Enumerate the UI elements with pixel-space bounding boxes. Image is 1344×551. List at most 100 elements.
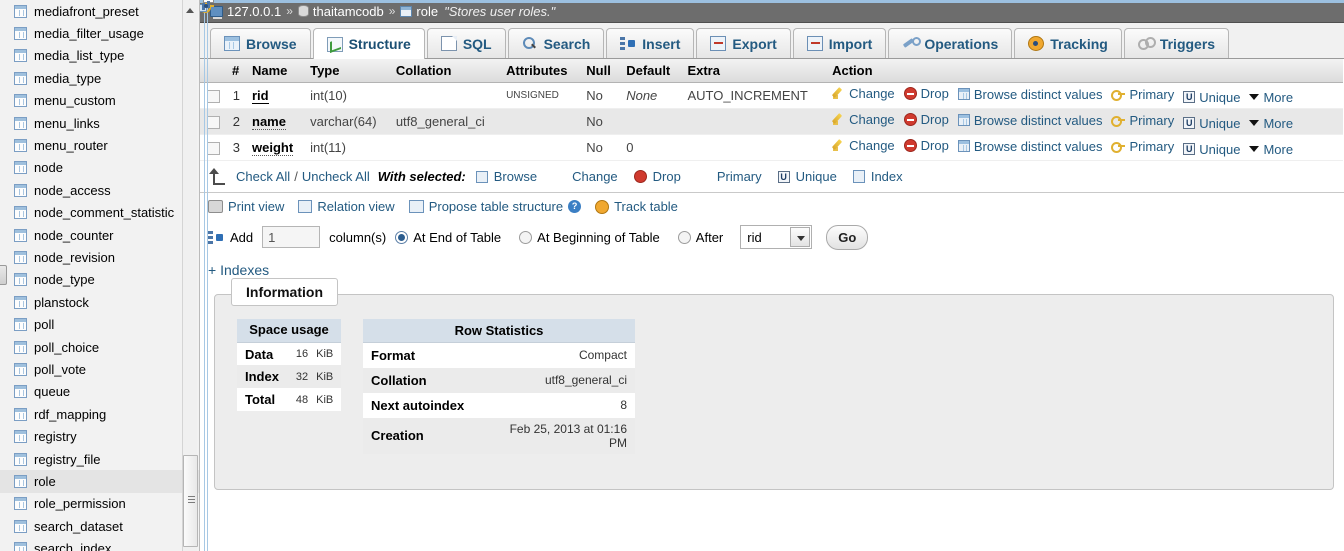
view-link-print-view[interactable]: Print view bbox=[208, 199, 284, 214]
sidebar-item-search_dataset[interactable]: search_dataset bbox=[0, 515, 199, 537]
sidebar-item-queue[interactable]: queue bbox=[0, 381, 199, 403]
row-action-browse-distinct-values[interactable]: Browse distinct values bbox=[957, 113, 1102, 128]
row-action-browse-distinct-values[interactable]: Browse distinct values bbox=[957, 139, 1102, 154]
table-row[interactable]: 1 rid int(10) UNSIGNED No None AUTO_INCREMENT C… bbox=[200, 82, 1343, 109]
row-action-drop[interactable]: Drop bbox=[903, 138, 949, 153]
check-all-link[interactable]: Check All bbox=[236, 169, 290, 184]
row-action-unique[interactable]: U Unique bbox=[1183, 90, 1240, 105]
add-position-radio[interactable] bbox=[677, 230, 691, 244]
row-action-more[interactable]: More bbox=[1249, 90, 1293, 105]
column-attributes bbox=[500, 134, 581, 161]
row-action-change[interactable]: Change bbox=[832, 86, 895, 101]
view-link-relation-view[interactable]: Relation view bbox=[298, 199, 395, 214]
column-name[interactable]: rid bbox=[252, 88, 269, 104]
sidebar-item-media_list_type[interactable]: media_list_type bbox=[0, 45, 199, 67]
with-selected-change[interactable]: Change bbox=[553, 169, 618, 184]
go-button[interactable]: Go bbox=[826, 224, 869, 250]
row-checkbox[interactable] bbox=[206, 142, 220, 156]
sidebar-item-media_filter_usage[interactable]: media_filter_usage bbox=[0, 22, 199, 44]
row-action-change[interactable]: Change bbox=[832, 112, 895, 127]
view-link-propose-table-structure[interactable]: Propose table structure bbox=[408, 199, 563, 214]
space-usage-table: Space usage Data 16 KiB Index 32 KiB Total 48 Ki… bbox=[237, 319, 341, 412]
add-position-radio[interactable] bbox=[519, 230, 533, 244]
view-link-track-table[interactable]: Track table bbox=[595, 199, 678, 214]
sidebar-item-node_type[interactable]: node_type bbox=[0, 269, 199, 291]
tab-import[interactable]: Import bbox=[792, 28, 887, 58]
add-position-radio[interactable] bbox=[395, 230, 409, 244]
sidebar-item-search_index[interactable]: search_index bbox=[0, 537, 199, 551]
scrollbar-up-arrow-icon[interactable] bbox=[183, 2, 198, 18]
tab-browse[interactable]: Browse bbox=[210, 28, 311, 58]
sidebar-item-rdf_mapping[interactable]: rdf_mapping bbox=[0, 403, 199, 425]
sidebar-item-role_permission[interactable]: role_permission bbox=[0, 493, 199, 515]
breadcrumb-database[interactable]: thaitamcodb bbox=[313, 4, 384, 19]
with-selected-index[interactable]: Index bbox=[852, 169, 903, 184]
space-usage-row: Data 16 KiB bbox=[237, 342, 341, 365]
column-count-input[interactable] bbox=[262, 226, 321, 248]
sidebar-item-planstock[interactable]: planstock bbox=[0, 291, 199, 313]
row-action-more[interactable]: More bbox=[1249, 142, 1293, 157]
row-checkbox[interactable] bbox=[206, 116, 220, 130]
sidebar-item-media_type[interactable]: media_type bbox=[0, 67, 199, 89]
with-selected-drop[interactable]: Drop bbox=[633, 169, 681, 184]
sidebar-item-mediafront_preset[interactable]: mediafront_preset bbox=[0, 0, 199, 22]
tab-tracking[interactable]: Tracking bbox=[1014, 28, 1122, 58]
row-checkbox[interactable] bbox=[206, 90, 220, 104]
sidebar-item-menu_links[interactable]: menu_links bbox=[0, 112, 199, 134]
sidebar-item-poll[interactable]: poll bbox=[0, 313, 199, 335]
indexes-toggle-link[interactable]: + Indexes bbox=[208, 262, 269, 278]
sidebar-resize-handle[interactable] bbox=[0, 265, 7, 285]
row-action-browse-distinct-values[interactable]: Browse distinct values bbox=[957, 87, 1102, 102]
with-selected-unique[interactable]: U Unique bbox=[777, 169, 837, 184]
breadcrumb-server[interactable]: 127.0.0.1 bbox=[227, 4, 281, 19]
help-icon[interactable]: ? bbox=[568, 200, 582, 213]
add-position-option-0[interactable]: At End of Table bbox=[395, 230, 510, 245]
row-action-more[interactable]: More bbox=[1249, 116, 1293, 131]
row-action-primary[interactable]: Primary bbox=[1111, 113, 1174, 128]
column-name[interactable]: weight bbox=[252, 140, 294, 156]
scrollbar-thumb[interactable] bbox=[183, 455, 198, 547]
table-row[interactable]: 2 name varchar(64) utf8_general_ci No Change D… bbox=[200, 108, 1343, 135]
row-action-change[interactable]: Change bbox=[832, 138, 895, 153]
sidebar-item-menu_custom[interactable]: menu_custom bbox=[0, 90, 199, 112]
after-column-select[interactable]: rid bbox=[740, 225, 813, 249]
row-action-unique[interactable]: U Unique bbox=[1183, 142, 1240, 157]
sidebar-item-node_counter[interactable]: node_counter bbox=[0, 224, 199, 246]
sidebar-item-node_comment_statistic[interactable]: node_comment_statistic bbox=[0, 202, 199, 224]
row-action-drop[interactable]: Drop bbox=[903, 112, 949, 127]
tab-sql[interactable]: SQL bbox=[426, 28, 506, 58]
sidebar-item-registry[interactable]: registry bbox=[0, 425, 199, 447]
row-action-primary[interactable]: Primary bbox=[1111, 87, 1174, 102]
row-action-unique[interactable]: U Unique bbox=[1183, 116, 1240, 131]
sidebar-item-node[interactable]: node bbox=[0, 157, 199, 179]
row-number: 1 bbox=[226, 82, 246, 109]
sidebar-item-poll_vote[interactable]: poll_vote bbox=[0, 358, 199, 380]
add-position-option-1[interactable]: At Beginning of Table bbox=[519, 230, 669, 245]
sidebar-item-role[interactable]: role bbox=[0, 470, 199, 493]
tab-structure[interactable]: Structure bbox=[312, 28, 425, 59]
tab-insert[interactable]: Insert bbox=[606, 28, 695, 58]
tab-triggers[interactable]: Triggers bbox=[1123, 28, 1230, 58]
row-action-primary[interactable]: Primary bbox=[1111, 139, 1174, 154]
sidebar-item-menu_router[interactable]: menu_router bbox=[0, 134, 199, 156]
breadcrumb-table[interactable]: role bbox=[416, 4, 438, 19]
sidebar-scrollbar[interactable] bbox=[182, 0, 198, 551]
column-name[interactable]: name bbox=[252, 114, 286, 130]
table-row[interactable]: 3 weight int(11) No 0 Change Drop Browse distin… bbox=[200, 134, 1343, 161]
uncheck-all-link[interactable]: Uncheck All bbox=[302, 169, 370, 184]
sidebar-item-registry_file[interactable]: registry_file bbox=[0, 448, 199, 470]
sidebar-item-node_revision[interactable]: node_revision bbox=[0, 246, 199, 268]
row-action-drop[interactable]: Drop bbox=[903, 86, 949, 101]
add-position-option-2[interactable]: After bbox=[677, 230, 732, 245]
with-selected-primary[interactable]: Primary bbox=[697, 169, 762, 184]
with-selected-browse[interactable]: Browse bbox=[475, 169, 537, 184]
tab-operations[interactable]: Operations bbox=[888, 28, 1013, 58]
table-icon bbox=[14, 27, 27, 41]
sidebar-item-node_access[interactable]: node_access bbox=[0, 179, 199, 201]
tab-search[interactable]: Search bbox=[507, 28, 605, 58]
chevron-down-icon[interactable] bbox=[790, 227, 811, 247]
sidebar-table-list[interactable]: mediafront_preset media_filter_usage media… bbox=[0, 0, 200, 551]
tab-export[interactable]: Export bbox=[696, 28, 791, 58]
sidebar-item-poll_choice[interactable]: poll_choice bbox=[0, 336, 199, 358]
information-legend: Information bbox=[231, 278, 338, 306]
